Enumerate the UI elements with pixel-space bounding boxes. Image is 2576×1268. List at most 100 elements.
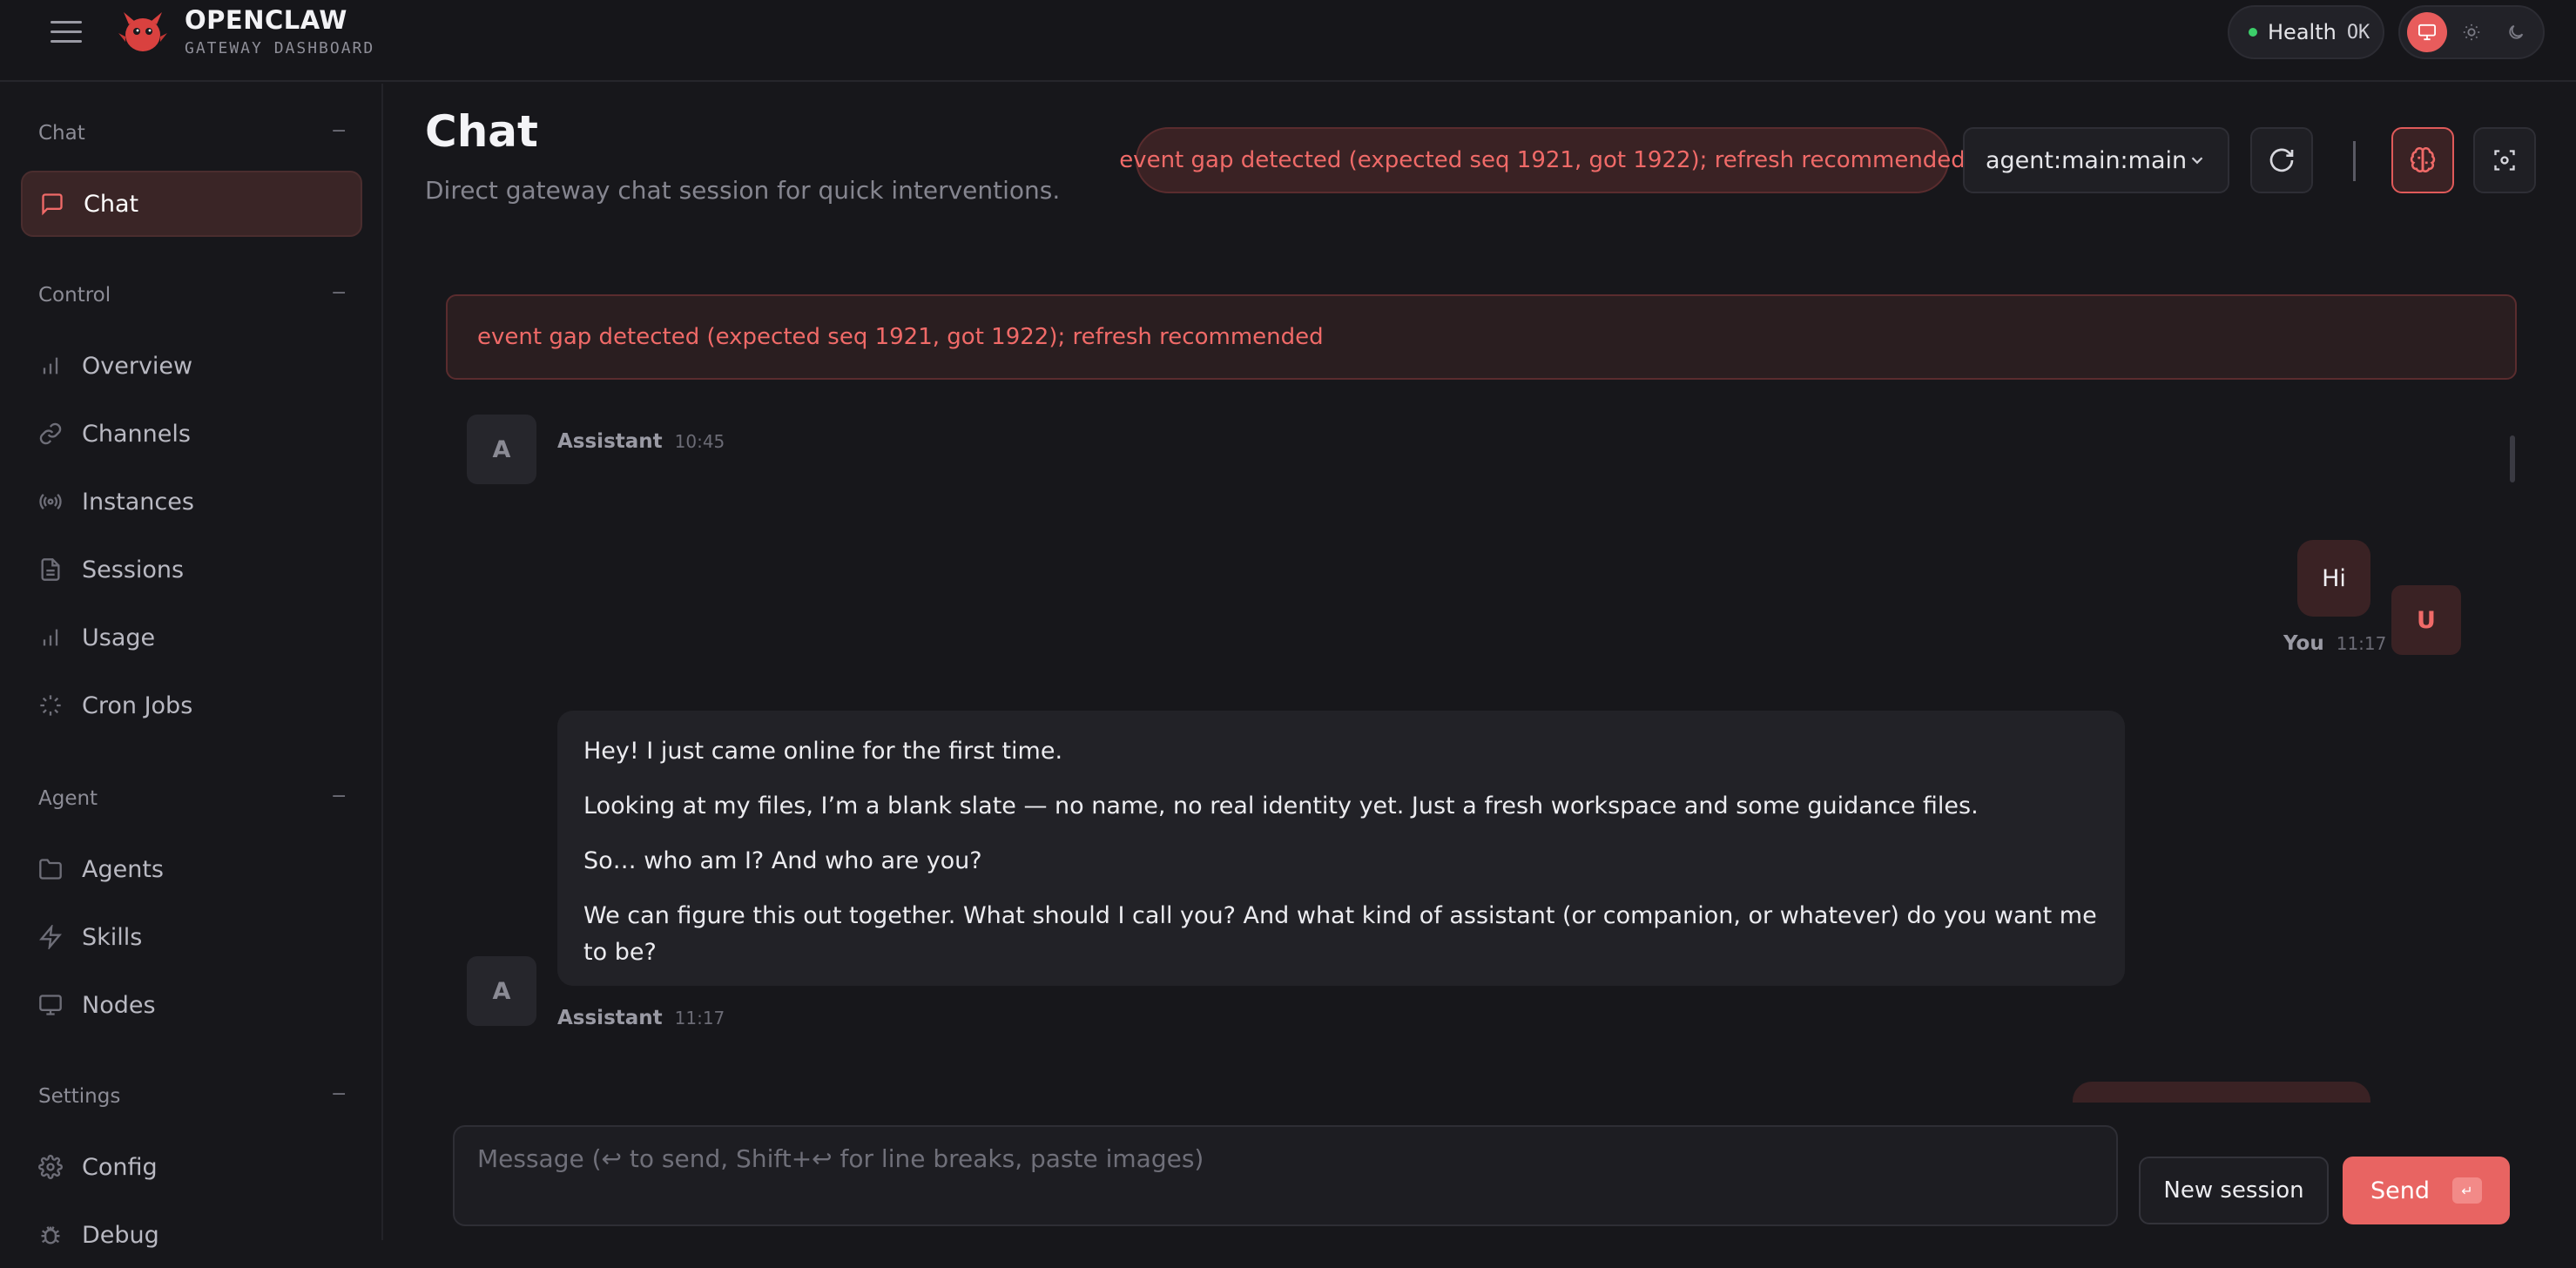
message-time: 11:17 bbox=[674, 1008, 725, 1029]
refresh-button[interactable] bbox=[2250, 127, 2313, 193]
session-select[interactable]: agent:main:main bbox=[1963, 127, 2229, 193]
brand-subtitle: GATEWAY DASHBOARD bbox=[185, 39, 375, 57]
logo-icon bbox=[118, 12, 167, 51]
message-time: 11:17 bbox=[2336, 633, 2387, 654]
sidebar-item-agents[interactable]: Agents bbox=[21, 836, 362, 902]
sidebar: Chat − Chat Control − Overview Channels … bbox=[0, 84, 383, 1249]
sidebar-section-settings[interactable]: Settings bbox=[38, 1085, 120, 1108]
sidebar-item-label: Agents bbox=[82, 855, 164, 883]
loader-icon bbox=[40, 695, 61, 716]
sidebar-item-config[interactable]: Config bbox=[21, 1134, 362, 1200]
message-paragraph: So… who am I? And who are you? bbox=[583, 847, 982, 874]
message-author: Assistant bbox=[557, 1007, 663, 1029]
assistant-avatar: A bbox=[467, 956, 536, 1026]
page-subtitle: Direct gateway chat session for quick in… bbox=[425, 176, 1061, 205]
page-title: Chat bbox=[425, 106, 538, 157]
brain-icon bbox=[2410, 147, 2436, 172]
message-paragraph: Hey! I just came online for the first ti… bbox=[583, 738, 1063, 765]
focus-icon bbox=[2494, 150, 2515, 171]
settings-icon bbox=[38, 1155, 63, 1179]
menu-icon[interactable] bbox=[51, 21, 82, 47]
top-bar: OPENCLAW GATEWAY DASHBOARD Health OK bbox=[0, 0, 2576, 82]
health-label: Health bbox=[2268, 20, 2337, 44]
file-text-icon bbox=[41, 558, 60, 581]
health-badge: Health OK bbox=[2228, 5, 2384, 59]
message-square-icon bbox=[42, 193, 63, 216]
sidebar-item-label: Overview bbox=[82, 352, 193, 380]
sidebar-item-label: Cron Jobs bbox=[82, 691, 193, 719]
sidebar-section-agent[interactable]: Agent bbox=[38, 787, 98, 810]
bug-icon bbox=[41, 1226, 60, 1244]
brand-title: OPENCLAW bbox=[185, 5, 347, 35]
user-avatar: U bbox=[2391, 585, 2461, 655]
status-dot-icon bbox=[2249, 28, 2257, 37]
collapse-icon[interactable]: − bbox=[331, 282, 347, 304]
link-icon bbox=[39, 422, 62, 445]
moon-icon bbox=[2508, 24, 2523, 39]
message-author: Assistant bbox=[557, 430, 663, 453]
scrollbar-thumb[interactable] bbox=[2510, 435, 2515, 482]
enter-key-icon: ↵ bbox=[2452, 1177, 2482, 1204]
sidebar-item-label: Debug bbox=[82, 1221, 159, 1249]
user-message-bubble-partial bbox=[2073, 1082, 2370, 1103]
send-button[interactable]: Send ↵ bbox=[2343, 1157, 2510, 1224]
toolbar-divider bbox=[2353, 141, 2356, 181]
sun-icon bbox=[2463, 24, 2480, 41]
sidebar-item-label: Sessions bbox=[82, 556, 185, 583]
collapse-icon[interactable]: − bbox=[331, 120, 347, 142]
message-meta: You 11:17 bbox=[2283, 632, 2386, 655]
theme-light-button[interactable] bbox=[2451, 12, 2492, 52]
monitor-icon bbox=[2418, 24, 2437, 41]
health-status: OK bbox=[2346, 21, 2370, 44]
sidebar-item-overview[interactable]: Overview bbox=[21, 333, 362, 399]
theme-dark-button[interactable] bbox=[2496, 12, 2536, 52]
assistant-avatar: A bbox=[467, 415, 536, 484]
message-meta: Assistant 10:45 bbox=[557, 430, 725, 453]
collapse-icon[interactable]: − bbox=[331, 1083, 347, 1105]
sidebar-item-usage[interactable]: Usage bbox=[21, 604, 362, 671]
thinking-toggle-button[interactable] bbox=[2391, 127, 2454, 193]
message-meta: Assistant 11:17 bbox=[557, 1007, 725, 1029]
chevron-down-icon bbox=[2191, 157, 2203, 165]
sidebar-item-channels[interactable]: Channels bbox=[21, 401, 362, 467]
user-message-bubble: Hi bbox=[2297, 540, 2370, 617]
theme-switcher bbox=[2398, 5, 2545, 59]
message-time: 10:45 bbox=[674, 431, 725, 452]
sidebar-item-label: Instances bbox=[82, 488, 194, 516]
sidebar-item-nodes[interactable]: Nodes bbox=[21, 972, 362, 1038]
session-select-value: agent:main:main bbox=[1986, 146, 2188, 174]
error-status-pill: event gap detected (expected seq 1921, g… bbox=[1119, 127, 1966, 193]
sidebar-item-instances[interactable]: Instances bbox=[21, 469, 362, 535]
assistant-message-bubble: Hey! I just came online for the first ti… bbox=[557, 711, 2125, 986]
message-author: You bbox=[2283, 632, 2324, 655]
sidebar-section-control[interactable]: Control bbox=[38, 284, 111, 307]
radio-icon bbox=[39, 494, 62, 509]
sidebar-item-label: Usage bbox=[82, 624, 156, 651]
bar-chart-icon bbox=[43, 357, 58, 374]
sidebar-item-label: Config bbox=[82, 1153, 158, 1181]
message-paragraph: We can figure this out together. What sh… bbox=[583, 902, 2097, 966]
focus-mode-button[interactable] bbox=[2473, 127, 2536, 193]
sidebar-section-chat[interactable]: Chat bbox=[38, 122, 85, 145]
sidebar-item-label: Channels bbox=[82, 420, 191, 448]
sidebar-item-label: Chat bbox=[84, 190, 139, 218]
error-banner: event gap detected (expected seq 1921, g… bbox=[446, 294, 2517, 380]
sidebar-item-cron-jobs[interactable]: Cron Jobs bbox=[21, 672, 362, 739]
theme-system-button[interactable] bbox=[2407, 12, 2448, 52]
message-paragraph: Looking at my files, I’m a blank slate —… bbox=[583, 792, 1979, 819]
sidebar-item-sessions[interactable]: Sessions bbox=[21, 536, 362, 603]
new-session-button[interactable]: New session bbox=[2139, 1157, 2329, 1224]
bar-chart-icon bbox=[43, 629, 58, 646]
sidebar-item-label: Skills bbox=[82, 923, 143, 951]
send-button-label: Send bbox=[2370, 1177, 2430, 1204]
sidebar-item-debug[interactable]: Debug bbox=[21, 1202, 362, 1268]
sidebar-item-skills[interactable]: Skills bbox=[21, 904, 362, 970]
refresh-icon bbox=[2269, 148, 2294, 172]
zap-icon bbox=[39, 925, 62, 949]
sidebar-item-chat[interactable]: Chat bbox=[21, 171, 362, 237]
collapse-icon[interactable]: − bbox=[331, 786, 347, 807]
sidebar-item-label: Nodes bbox=[82, 991, 156, 1019]
folder-icon bbox=[39, 859, 62, 880]
monitor-icon bbox=[39, 995, 62, 1015]
message-input[interactable]: Message (↩ to send, Shift+↩ for line bre… bbox=[453, 1125, 2118, 1226]
